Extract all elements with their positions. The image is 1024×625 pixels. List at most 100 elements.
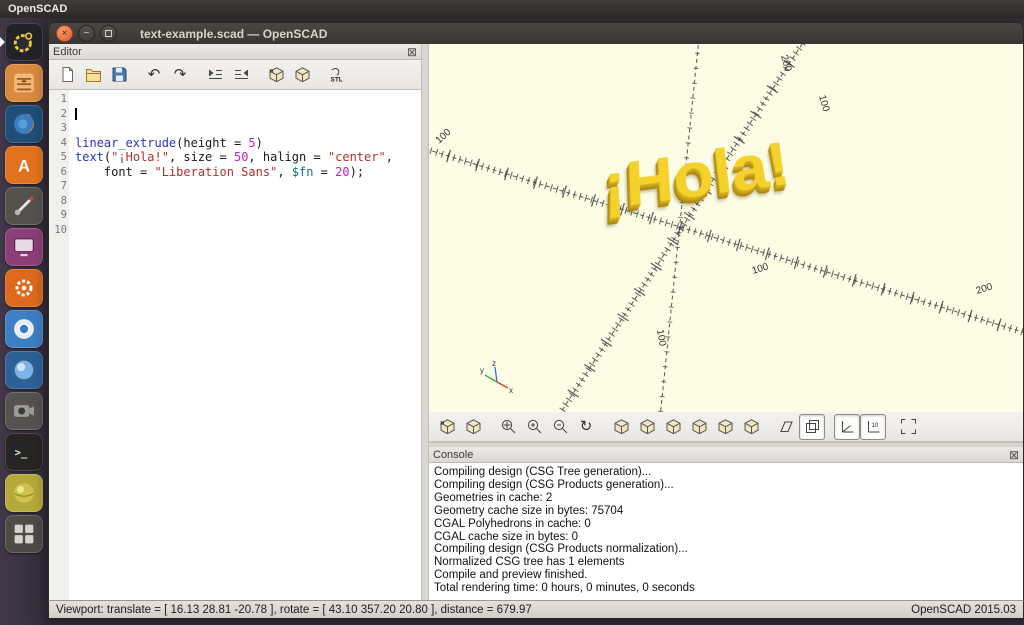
console-line: Compile and preview finished. <box>434 569 1018 582</box>
editor-unindent-button[interactable] <box>228 62 254 88</box>
line-number: 2 <box>49 107 70 122</box>
3d-viewport[interactable]: 100 200 100 200 100 100 ¡Hola! z y <box>429 44 1023 412</box>
code-line: 1 <box>49 92 421 107</box>
launcher-item-screen-recorder[interactable] <box>5 392 43 430</box>
launcher-item-openscad[interactable] <box>5 23 43 61</box>
launcher-item-firefox[interactable] <box>5 105 43 143</box>
vertical-splitter[interactable] <box>421 44 429 600</box>
editor-pane-title: Editor <box>53 46 82 58</box>
view-perspective-view-button[interactable] <box>773 414 799 440</box>
openscad-window: × − text-example.scad — OpenSCAD Editor … <box>48 22 1024 618</box>
view-view-right-button[interactable] <box>608 414 634 440</box>
launcher-item-system-settings[interactable] <box>5 187 43 225</box>
line-number: 1 <box>49 92 70 107</box>
svg-text:»: » <box>440 418 445 427</box>
view-show-scale-markers-button[interactable]: 10 <box>860 414 886 440</box>
view-view-all-button[interactable] <box>895 414 921 440</box>
window-titlebar[interactable]: × − text-example.scad — OpenSCAD <box>48 22 1024 44</box>
editor-preview-button[interactable]: » <box>263 62 289 88</box>
view-zoom-out-button[interactable] <box>547 414 573 440</box>
window-close-button[interactable]: × <box>56 25 73 42</box>
axis-tick-label: 200 <box>975 281 995 297</box>
launcher-item-workspace-switcher[interactable] <box>5 515 43 553</box>
code-line-text <box>70 223 75 238</box>
code-line: 2 <box>49 107 421 122</box>
view-zoom-in-button[interactable] <box>521 414 547 440</box>
console-line: Normalized CSG tree has 1 elements <box>434 556 1018 569</box>
console-output[interactable]: Compiling design (CSG Tree generation)..… <box>429 463 1023 600</box>
line-number: 9 <box>49 208 70 223</box>
axis-tick-label: 100 <box>751 261 771 277</box>
text-cursor <box>75 108 77 120</box>
code-line: 8 <box>49 194 421 209</box>
toolbar-separator <box>132 74 141 75</box>
viewport-toolbar: » ↻ 10 <box>429 412 1023 442</box>
line-number: 7 <box>49 179 70 194</box>
code-line: 3 <box>49 121 421 136</box>
version-text: OpenSCAD 2015.03 <box>911 604 1016 616</box>
code-line: 5text("¡Hola!", size = 50, halign = "cen… <box>49 150 421 165</box>
window-maximize-button[interactable] <box>100 25 117 42</box>
view-preview-button[interactable]: » <box>434 414 460 440</box>
window-minimize-button[interactable]: − <box>78 25 95 42</box>
line-number: 10 <box>49 223 70 238</box>
launcher-item-package-manager[interactable] <box>5 269 43 307</box>
focused-app-arrow-icon <box>0 37 5 47</box>
editor-open-file-button[interactable] <box>80 62 106 88</box>
editor-save-file-button[interactable] <box>106 62 132 88</box>
view-view-left-button[interactable] <box>686 414 712 440</box>
toolbar-separator <box>193 74 202 75</box>
view-view-top-button[interactable] <box>634 414 660 440</box>
launcher-item-chromium[interactable] <box>5 310 43 348</box>
desktop: OpenSCAD A >_ × − text-example.scad — Ope… <box>0 0 1024 625</box>
editor-undo-button[interactable]: ↶ <box>141 62 167 88</box>
axis-tick-label: 100 <box>434 127 454 147</box>
code-editor[interactable]: 1234linear_extrude(height = 5)5text("¡Ho… <box>49 90 421 600</box>
svg-text:>_: >_ <box>15 447 28 459</box>
console-pane-header[interactable]: Console ⊠ <box>429 447 1023 463</box>
launcher-item-files[interactable] <box>5 64 43 102</box>
axis-indicator: z y x <box>479 360 515 396</box>
view-render-button[interactable] <box>460 414 486 440</box>
view-reset-view-button[interactable]: ↻ <box>573 414 599 440</box>
editor-export-stl-button[interactable]: STL <box>324 62 350 88</box>
code-line: 4linear_extrude(height = 5) <box>49 136 421 151</box>
launcher-item-software-center[interactable]: A <box>5 146 43 184</box>
editor-new-file-button[interactable] <box>54 62 80 88</box>
toolbar-separator <box>315 74 324 75</box>
console-line: Geometry cache size in bytes: 75704 <box>434 505 1018 518</box>
maximize-icon <box>105 30 112 37</box>
x-axis-label: x <box>509 386 513 395</box>
code-line: 10 <box>49 223 421 238</box>
editor-pane-header[interactable]: Editor ⊠ <box>49 44 421 60</box>
editor-render-button[interactable] <box>289 62 315 88</box>
y-axis <box>557 44 806 412</box>
code-line: 7 <box>49 179 421 194</box>
svg-text:A: A <box>18 157 30 175</box>
console-line: Compiling design (CSG Products normaliza… <box>434 543 1018 556</box>
view-view-back-button[interactable] <box>738 414 764 440</box>
view-show-axes-button[interactable] <box>834 414 860 440</box>
view-view-bottom-button[interactable] <box>660 414 686 440</box>
launcher-item-web-browser[interactable] <box>5 351 43 389</box>
status-bar: Viewport: translate = [ 16.13 28.81 -20.… <box>48 600 1024 618</box>
editor-redo-button[interactable]: ↷ <box>167 62 193 88</box>
view-orthogonal-view-button[interactable] <box>799 414 825 440</box>
top-bar-app-title: OpenSCAD <box>8 3 67 15</box>
viewport-status-text: Viewport: translate = [ 16.13 28.81 -20.… <box>56 604 532 616</box>
editor-dock-close-button[interactable]: ⊠ <box>407 46 417 58</box>
z-axis <box>660 44 699 412</box>
console-dock-close-button[interactable]: ⊠ <box>1009 449 1019 461</box>
launcher-item-terminal[interactable]: >_ <box>5 433 43 471</box>
svg-text:»: » <box>269 66 274 75</box>
code-line-text <box>70 107 77 122</box>
view-view-front-button[interactable] <box>712 414 738 440</box>
editor-indent-button[interactable] <box>202 62 228 88</box>
view-zoom-all-button[interactable] <box>495 414 521 440</box>
launcher-item-media-player[interactable] <box>5 228 43 266</box>
code-line: 6 font = "Liberation Sans", $fn = 20); <box>49 165 421 180</box>
code-line-text: text("¡Hola!", size = 50, halign = "cent… <box>70 150 393 165</box>
editor-toolbar: ↶↷ » STL <box>49 60 421 90</box>
line-number: 4 <box>49 136 70 151</box>
launcher-item-game[interactable] <box>5 474 43 512</box>
